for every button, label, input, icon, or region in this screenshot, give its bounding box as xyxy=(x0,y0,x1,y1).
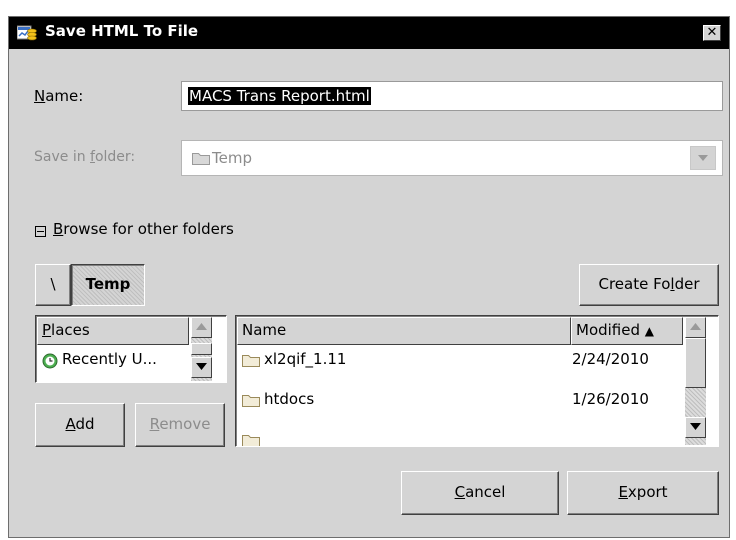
places-column-header[interactable]: Places xyxy=(37,317,189,345)
browse-mnemonic: B xyxy=(53,220,64,238)
places-header-rest: laces xyxy=(51,321,90,339)
filename-input[interactable]: MACS Trans Report.html xyxy=(181,81,723,111)
export-rest: xport xyxy=(627,483,668,501)
export-button[interactable]: Export xyxy=(567,471,719,515)
close-button[interactable]: ✕ xyxy=(703,25,721,41)
name-label-rest: ame: xyxy=(45,87,84,105)
path-current-button[interactable]: Temp xyxy=(71,264,145,306)
scroll-thumb[interactable] xyxy=(191,343,212,355)
add-place-button[interactable]: Add xyxy=(35,403,125,447)
file-modified: 1/26/2010 xyxy=(572,390,649,408)
dropdown-arrow-icon[interactable] xyxy=(690,146,716,170)
create-folder-b: der xyxy=(674,275,700,293)
export-mnemonic: E xyxy=(618,483,628,501)
files-scrollbar[interactable] xyxy=(685,317,706,445)
places-header-mnemonic: P xyxy=(42,321,52,339)
add-mnemonic: A xyxy=(65,415,76,433)
name-label-mnemonic: N xyxy=(34,87,46,105)
folder-icon xyxy=(242,353,260,371)
files-panel: Name Modified ▲ xl2qif_1.11 2/24/2010 ht… xyxy=(235,315,719,447)
add-rest: dd xyxy=(75,415,95,433)
remove-place-button[interactable]: Remove xyxy=(135,403,225,447)
folder-icon xyxy=(192,151,210,169)
remove-mnemonic: R xyxy=(149,415,160,433)
save-dialog: Save HTML To File ✕ Name: MACS Trans Rep… xyxy=(8,16,730,538)
sort-ascending-icon: ▲ xyxy=(644,324,655,338)
places-panel: Places Recently U... xyxy=(35,315,227,383)
places-scrollbar[interactable] xyxy=(191,317,212,381)
name-label: Name: xyxy=(34,87,83,105)
file-row[interactable]: htdocs 1/26/2010 xyxy=(238,388,683,414)
filename-value: MACS Trans Report.html xyxy=(188,87,371,105)
name-header-label: Name xyxy=(242,321,287,339)
browse-other-folders-toggle[interactable]: Browse for other folders xyxy=(53,220,234,238)
app-icon xyxy=(16,25,37,41)
places-item-recently-used[interactable]: Recently U... xyxy=(38,348,188,374)
window-title: Save HTML To File xyxy=(45,22,199,40)
save-in-label-a: Save in xyxy=(34,149,91,165)
file-name: xl2qif_1.11 xyxy=(264,350,347,368)
file-modified: 2/24/2010 xyxy=(572,350,649,368)
title-bar[interactable]: Save HTML To File ✕ xyxy=(9,17,729,49)
file-row-partial[interactable] xyxy=(238,428,683,446)
path-current-label: Temp xyxy=(85,275,131,293)
name-column-header[interactable]: Name xyxy=(237,317,571,345)
cancel-mnemonic: C xyxy=(454,483,466,501)
create-folder-a: Create Fo xyxy=(598,275,671,293)
file-row[interactable]: xl2qif_1.11 2/24/2010 xyxy=(238,348,683,374)
cancel-button[interactable]: Cancel xyxy=(401,471,559,515)
file-name: htdocs xyxy=(264,390,315,408)
path-root-button[interactable]: \ xyxy=(35,264,71,306)
scroll-up-icon[interactable] xyxy=(685,317,706,338)
browse-expander-icon[interactable] xyxy=(35,226,46,237)
scroll-thumb[interactable] xyxy=(685,338,706,388)
path-root-label: \ xyxy=(50,275,56,293)
scroll-up-icon[interactable] xyxy=(191,317,212,338)
save-in-label-b: older: xyxy=(94,149,136,165)
save-in-folder-value: Temp xyxy=(212,149,252,167)
remove-rest: emove xyxy=(159,415,211,433)
modified-column-header[interactable]: Modified ▲ xyxy=(571,317,683,345)
modified-header-label: Modified xyxy=(576,321,641,339)
save-in-folder-combo[interactable]: Temp xyxy=(181,140,723,176)
browse-rest: rowse for other folders xyxy=(63,220,234,238)
places-item-label: Recently U... xyxy=(62,350,157,368)
scroll-down-icon[interactable] xyxy=(685,417,706,438)
recent-icon xyxy=(42,353,58,373)
create-folder-button[interactable]: Create Folder xyxy=(579,264,719,306)
folder-icon xyxy=(242,433,260,446)
folder-icon xyxy=(242,393,260,411)
save-in-folder-label: Save in folder: xyxy=(34,149,135,165)
scroll-down-icon[interactable] xyxy=(191,357,212,378)
cancel-rest: ancel xyxy=(465,483,506,501)
